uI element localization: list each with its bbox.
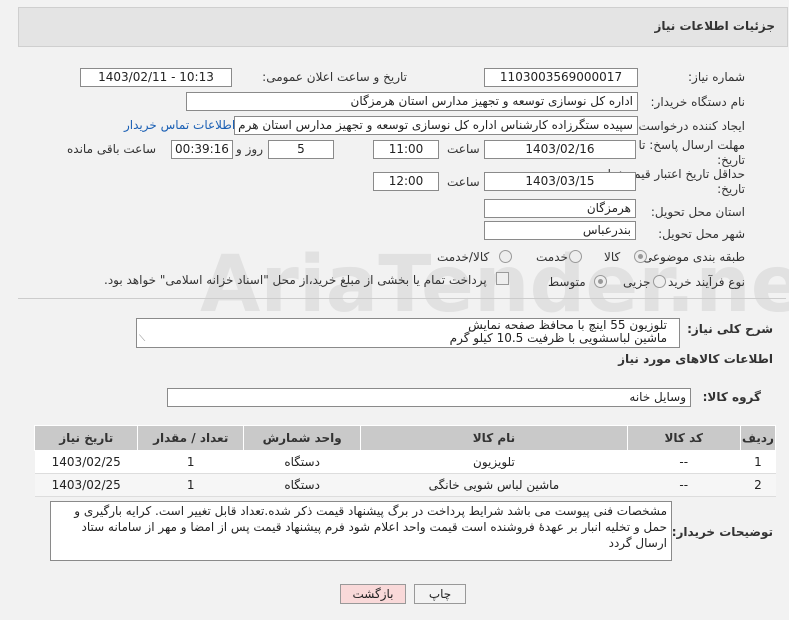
deadline-date-field: 1403/02/16 xyxy=(484,140,636,159)
validity-date-field: 1403/03/15 xyxy=(484,172,636,191)
col-code-header: کد کالا xyxy=(626,425,741,451)
announce-field: 1403/02/11 - 10:13 xyxy=(80,68,232,87)
creator-label: ایجاد کننده درخواست: xyxy=(634,119,745,133)
table-cell: دستگاه xyxy=(243,450,361,474)
treasury-payment-note: پرداخت تمام یا بخشی از مبلغ خرید،از محل … xyxy=(104,273,487,287)
divider xyxy=(18,298,786,299)
category-goods-label: کالا xyxy=(604,250,621,264)
buyer-notes-label: توضیحات خریدار: xyxy=(671,525,773,539)
table-cell: 1403/02/25 xyxy=(34,473,138,497)
goods-group-field: وسایل خانه xyxy=(167,388,691,407)
table-cell: ماشین لباس شویی خانگی xyxy=(360,473,628,497)
col-date-header: تاریخ نیاز xyxy=(33,425,139,451)
goods-table: ردیف کد کالا نام کالا واحد شمارش تعداد /… xyxy=(33,425,777,497)
treasury-payment-checkbox[interactable] xyxy=(496,272,509,285)
process-label: نوع فرآیند خرید : xyxy=(660,275,745,289)
table-cell: -- xyxy=(627,450,741,474)
back-button[interactable]: بازگشت xyxy=(340,584,406,604)
category-goods-service-label: کالا/خدمت xyxy=(437,250,490,264)
validity-time-field: 12:00 xyxy=(373,172,439,191)
goods-section-title: اطلاعات کالاهای مورد نیاز xyxy=(618,352,773,366)
table-cell: تلویزیون xyxy=(360,450,628,474)
need-number-field: 1103003569000017 xyxy=(484,68,638,87)
days-label: روز و xyxy=(236,142,263,156)
resize-handle-icon[interactable]: ⟋ xyxy=(139,333,145,346)
remaining-time-field: 00:39:16 xyxy=(171,140,233,159)
province-field: هرمزگان xyxy=(484,199,636,218)
col-name-header: نام کالا xyxy=(360,425,628,451)
deadline-time-label: ساعت xyxy=(447,142,480,156)
category-service-radio[interactable] xyxy=(569,250,582,263)
creator-field: سپیده ستگرزاده کارشناس اداره کل نوسازی ت… xyxy=(234,116,638,135)
col-qty-header: تعداد / مقدار xyxy=(137,425,244,451)
table-cell: دستگاه xyxy=(243,473,361,497)
category-label: طبقه بندی موضوعی: xyxy=(638,250,745,264)
table-cell: 1 xyxy=(137,473,244,497)
buyer-label: نام دستگاه خریدار: xyxy=(650,95,746,109)
process-medium-radio[interactable] xyxy=(594,275,607,288)
goods-group-label: گروه کالا: xyxy=(702,390,761,404)
buyer-notes-field: مشخصات فنی پیوست می باشد شرایط پرداخت در… xyxy=(50,501,672,561)
col-unit-header: واحد شمارش xyxy=(242,425,362,451)
table-cell: 1403/02/25 xyxy=(34,450,138,474)
process-medium-label: متوسط xyxy=(548,275,586,289)
process-minor-radio[interactable] xyxy=(653,275,666,288)
table-row: 1 -- تلویزیون دستگاه 1 1403/02/25 xyxy=(34,450,776,474)
category-service-label: خدمت xyxy=(536,250,568,264)
remaining-label: ساعت باقی مانده xyxy=(67,142,157,156)
header-panel: جزئیات اطلاعات نیاز xyxy=(18,7,788,47)
description-label: شرح کلی نیاز: xyxy=(687,322,773,336)
page-title: جزئیات اطلاعات نیاز xyxy=(654,19,775,33)
buyer-field: اداره کل نوسازی توسعه و تجهیز مدارس استا… xyxy=(186,92,638,111)
print-button[interactable]: چاپ xyxy=(414,584,466,604)
table-cell: 2 xyxy=(740,473,776,497)
buyer-contact-link[interactable]: اطلاعات تماس خریدار xyxy=(124,118,235,132)
process-minor-label: جزیی xyxy=(623,275,651,289)
validity-time-label: ساعت xyxy=(447,175,480,189)
col-row-header: ردیف xyxy=(739,425,777,451)
city-label: شهر محل تحویل: xyxy=(658,227,745,241)
table-cell: 1 xyxy=(137,450,244,474)
deadline-time-field: 11:00 xyxy=(373,140,439,159)
deadline-label: مهلت ارسال پاسخ: تا xyxy=(638,138,745,152)
deadline-date-label: تاریخ: xyxy=(717,153,745,167)
category-goods-radio[interactable] xyxy=(634,250,647,263)
days-field: 5 xyxy=(268,140,334,159)
table-row: 2 -- ماشین لباس شویی خانگی دستگاه 1 1403… xyxy=(34,473,776,497)
description-line: ماشین لباسشویی با ظرفیت 10.5 کیلو گرم xyxy=(449,331,667,345)
table-cell: -- xyxy=(627,473,741,497)
announce-label: تاریخ و ساعت اعلان عمومی: xyxy=(262,70,407,84)
province-label: استان محل تحویل: xyxy=(650,205,745,219)
category-goods-service-radio[interactable] xyxy=(499,250,512,263)
table-cell: 1 xyxy=(740,450,776,474)
city-field: بندرعباس xyxy=(484,221,636,240)
need-number-label: شماره نیاز: xyxy=(688,70,745,84)
validity-date-label: تاریخ: xyxy=(717,182,745,196)
description-textarea[interactable]: تلوزیون 55 اینچ با محافظ صفحه نمایش ماشی… xyxy=(136,318,680,348)
